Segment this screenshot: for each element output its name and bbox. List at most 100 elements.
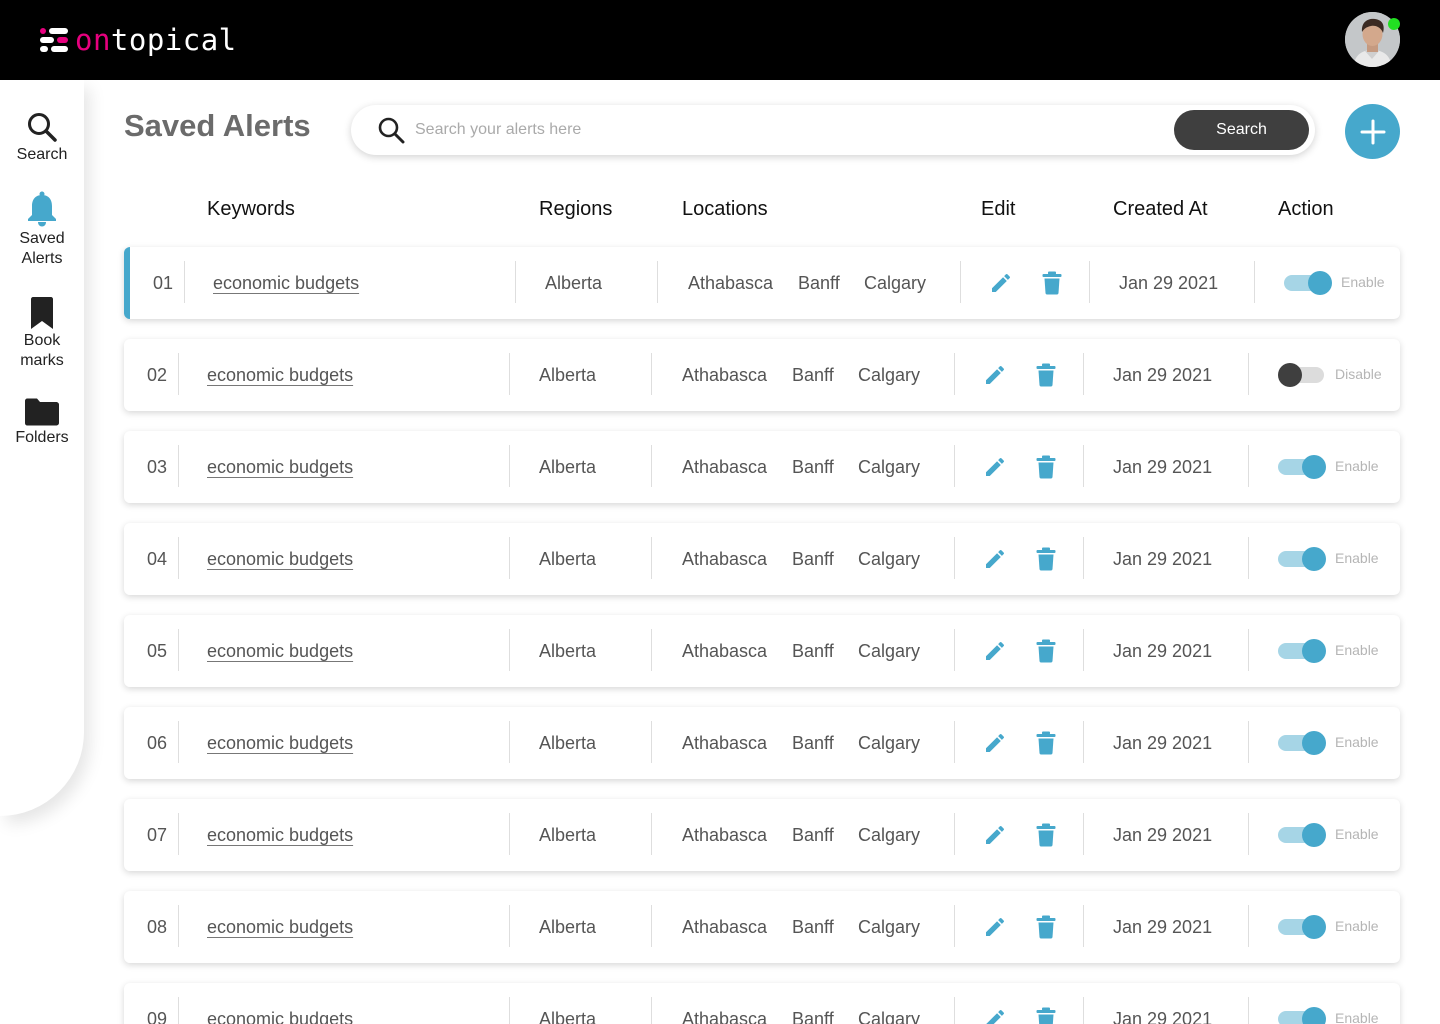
column-divider [651,445,652,487]
status-label: Enable [1335,642,1379,658]
add-alert-button[interactable] [1345,104,1400,159]
created-at-cell: Jan 29 2021 [1113,457,1213,477]
trash-icon[interactable] [1035,363,1057,387]
toggle-knob [1302,1007,1326,1024]
pencil-icon[interactable] [983,731,1007,755]
column-divider [1248,353,1249,395]
pencil-icon[interactable] [983,823,1007,847]
trash-icon[interactable] [1035,1007,1057,1024]
keyword-link[interactable]: economic budgets [207,547,353,571]
search-button[interactable]: Search [1174,110,1309,150]
column-divider [1248,537,1249,579]
sidebar: Search Saved Alerts Book marks Folders [0,80,84,816]
trash-icon[interactable] [1035,823,1057,847]
table-row: 07 economic budgets Alberta Athabasca Ba… [124,799,1400,871]
trash-icon[interactable] [1041,271,1063,295]
enable-toggle[interactable] [1278,823,1326,847]
location-cell: Banff [792,641,834,661]
keyword-link[interactable]: economic budgets [207,823,353,847]
enable-toggle[interactable] [1278,915,1326,939]
pencil-icon[interactable] [989,271,1013,295]
pencil-icon[interactable] [983,1007,1007,1024]
trash-icon[interactable] [1035,547,1057,571]
keyword-link[interactable]: economic budgets [207,915,353,939]
created-at-cell: Jan 29 2021 [1119,273,1219,293]
enable-toggle[interactable] [1278,731,1326,755]
column-divider [651,997,652,1024]
pencil-icon[interactable] [983,639,1007,663]
column-divider [178,537,179,579]
column-divider [651,721,652,763]
toggle-knob [1302,547,1326,571]
plus-icon [1360,119,1385,144]
column-divider [1254,261,1255,303]
column-divider [184,261,185,303]
region-cell: Alberta [539,825,597,845]
enable-toggle[interactable] [1278,547,1326,571]
column-divider [1248,629,1249,671]
location-cell: Banff [792,549,834,569]
keyword-link[interactable]: economic budgets [207,731,353,755]
table-row: 06 economic budgets Alberta Athabasca Ba… [124,707,1400,779]
table-row: 09 economic budgets Alberta Athabasca Ba… [124,983,1400,1024]
column-divider [954,353,955,395]
enable-toggle[interactable] [1278,639,1326,663]
column-divider [651,629,652,671]
search-input[interactable] [415,115,1155,145]
sidebar-item-bookmarks[interactable]: Book marks [0,297,84,371]
trash-icon[interactable] [1035,915,1057,939]
column-divider [509,813,510,855]
enable-toggle[interactable] [1278,1007,1326,1024]
table-row: 03 economic budgets Alberta Athabasca Ba… [124,431,1400,503]
keyword-link[interactable]: economic budgets [207,639,353,663]
location-cell: Athabasca [688,273,774,293]
pencil-icon[interactable] [983,363,1007,387]
column-divider [1083,629,1084,671]
trash-icon[interactable] [1035,639,1057,663]
keyword-link[interactable]: economic budgets [207,1007,353,1024]
toggle-knob [1302,639,1326,663]
location-cell: Banff [792,825,834,845]
column-divider [509,445,510,487]
location-cell: Athabasca [682,825,768,845]
logo[interactable]: ontopical [40,20,237,60]
status-label: Enable [1335,918,1379,934]
location-cell: Calgary [858,641,921,661]
keyword-link[interactable]: economic budgets [207,363,353,387]
search-bar: Search [351,105,1315,155]
enable-toggle[interactable] [1284,271,1332,295]
sidebar-item-saved-alerts[interactable]: Saved Alerts [0,191,84,269]
sidebar-item-search[interactable]: Search [0,111,84,165]
region-cell: Alberta [539,917,597,937]
row-number: 02 [147,365,168,385]
table-row: 05 economic budgets Alberta Athabasca Ba… [124,615,1400,687]
online-status-dot [1388,18,1400,30]
keyword-link[interactable]: economic budgets [213,271,359,295]
trash-icon[interactable] [1035,731,1057,755]
column-divider [960,261,961,303]
column-divider [509,537,510,579]
enable-toggle[interactable] [1278,455,1326,479]
row-number: 07 [147,825,168,845]
pencil-icon[interactable] [983,455,1007,479]
location-cell: Athabasca [682,457,768,477]
bell-icon [28,191,56,227]
location-cell: Calgary [864,273,927,293]
region-cell: Alberta [539,549,597,569]
location-cell: Banff [792,457,834,477]
pencil-icon[interactable] [983,915,1007,939]
enable-toggle[interactable] [1278,363,1326,387]
table-row: 02 economic budgets Alberta Athabasca Ba… [124,339,1400,411]
location-cell: Banff [798,273,840,293]
sidebar-item-folders[interactable]: Folders [0,398,84,448]
location-cell: Calgary [858,917,921,937]
column-divider [1248,445,1249,487]
column-divider [1083,445,1084,487]
row-number: 01 [153,273,174,293]
column-divider [1083,537,1084,579]
keyword-link[interactable]: economic budgets [207,455,353,479]
column-divider [1089,261,1090,303]
trash-icon[interactable] [1035,455,1057,479]
pencil-icon[interactable] [983,547,1007,571]
column-divider [178,997,179,1024]
